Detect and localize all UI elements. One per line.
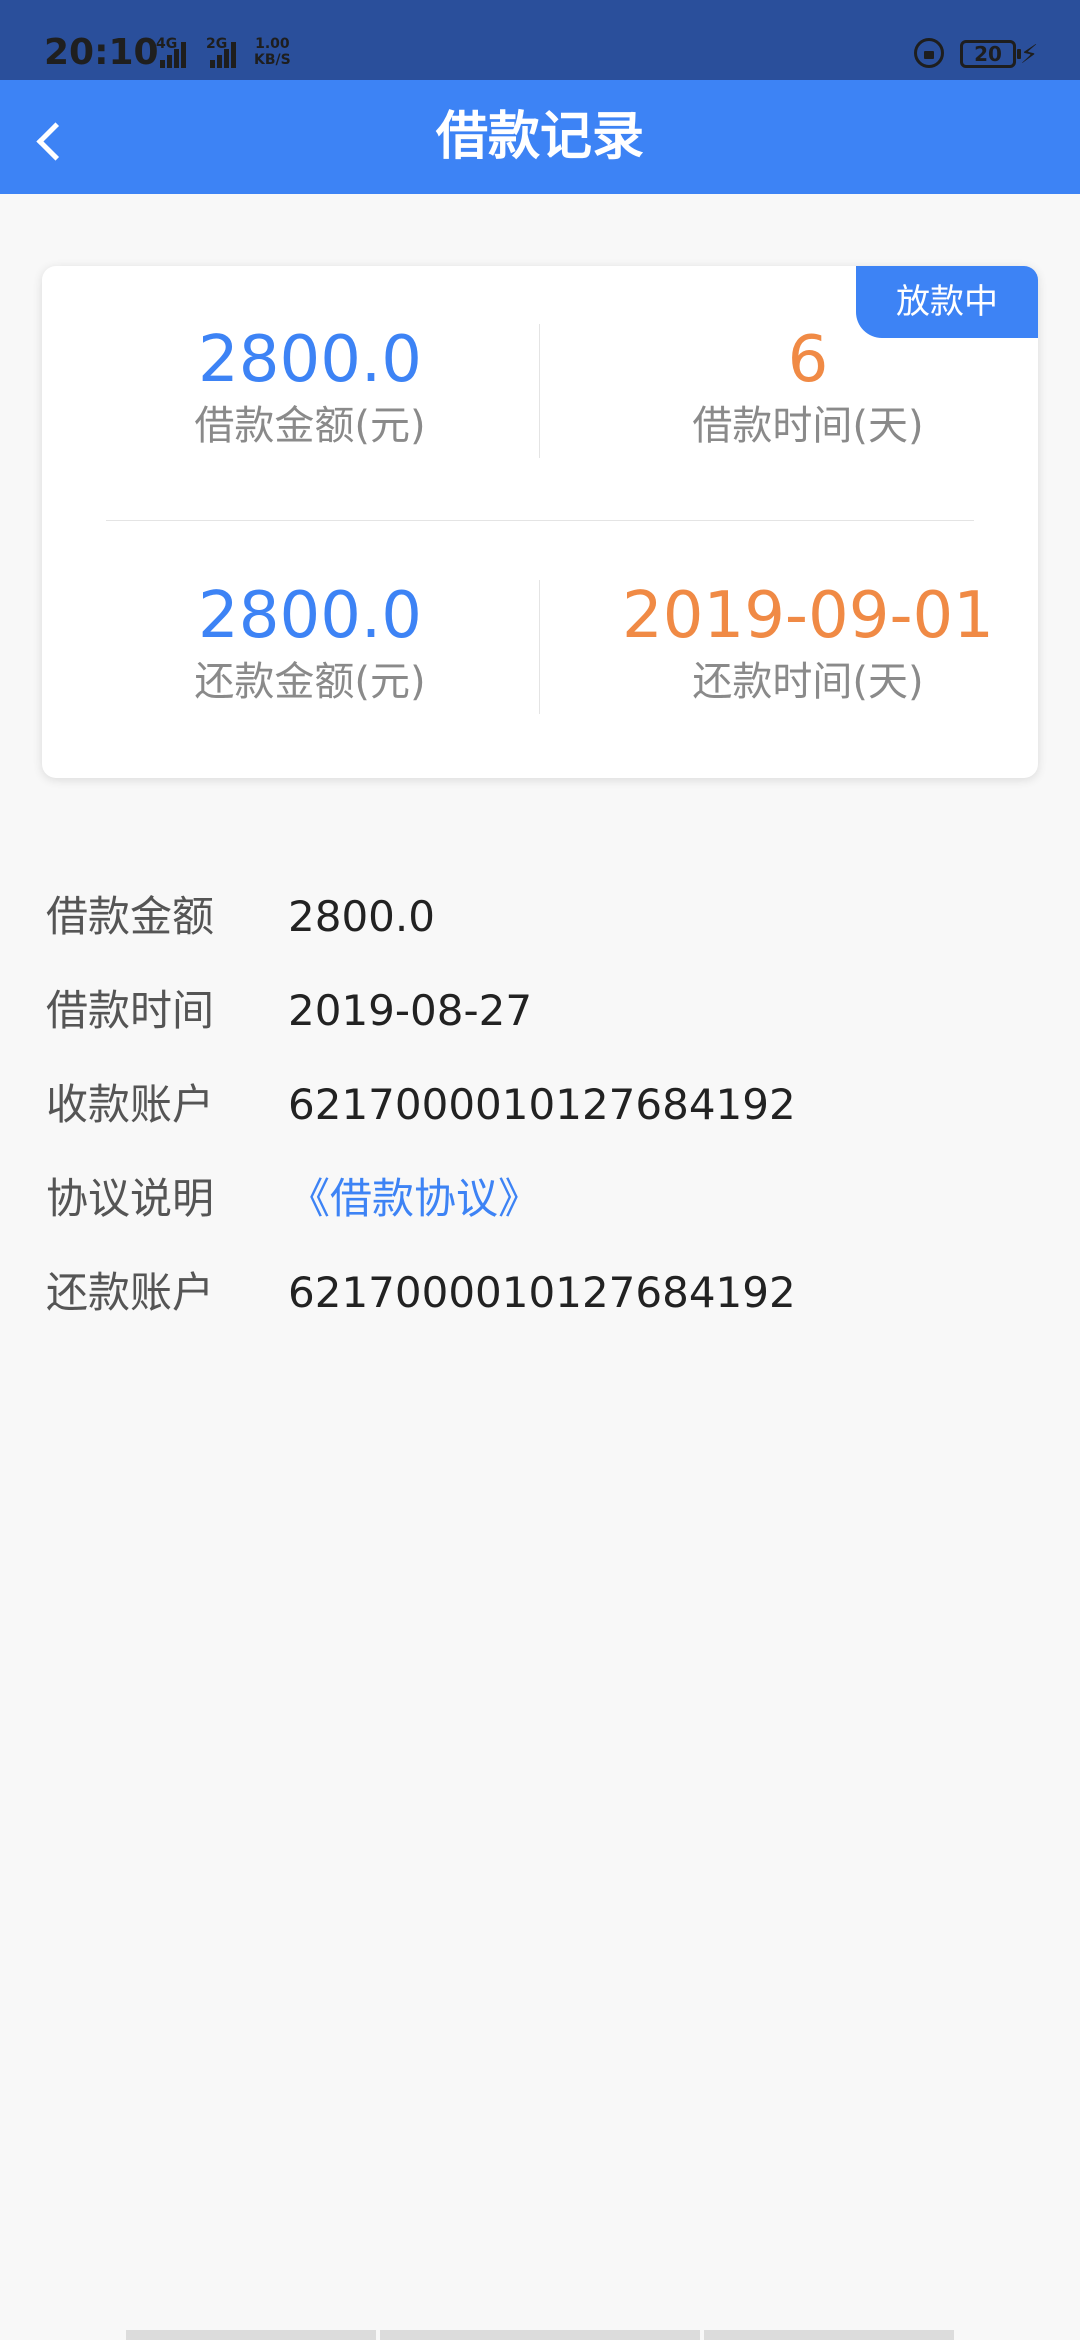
detail-row-loan-time: 借款时间 2019-08-27 bbox=[46, 964, 1046, 1058]
speed-value: 1.00 bbox=[255, 36, 290, 52]
detail-row-receive-account: 收款账户 6217000010127684192 bbox=[46, 1058, 1046, 1152]
nav-segment bbox=[126, 2330, 376, 2340]
repay-amount-label: 还款金额(元) bbox=[194, 659, 426, 705]
loan-amount-value: 2800.0 bbox=[198, 323, 422, 397]
detail-value: 6217000010127684192 bbox=[288, 1268, 796, 1317]
vertical-divider bbox=[539, 324, 540, 458]
network-speed: 1.00 KB/S bbox=[254, 36, 291, 68]
detail-row-loan-amount: 借款金额 2800.0 bbox=[46, 870, 1046, 964]
detail-label: 协议说明 bbox=[46, 1174, 215, 1223]
detail-value: 2800.0 bbox=[288, 892, 435, 941]
nav-segment bbox=[704, 2330, 954, 2340]
charging-icon: ⚡ bbox=[1020, 40, 1039, 70]
loan-days-label: 借款时间(天) bbox=[692, 403, 924, 449]
page-title: 借款记录 bbox=[435, 107, 644, 167]
repay-date-stat: 2019-09-01 还款时间(天) bbox=[588, 576, 1028, 708]
detail-row-agreement: 协议说明 《借款协议》 bbox=[46, 1152, 1046, 1246]
repay-date-label: 还款时间(天) bbox=[692, 659, 924, 705]
navigation-bar: 借款记录 bbox=[0, 80, 1080, 194]
loan-days-value: 6 bbox=[787, 323, 829, 397]
detail-label: 收款账户 bbox=[46, 1080, 215, 1129]
repay-amount-value: 2800.0 bbox=[198, 579, 422, 653]
detail-value: 2019-08-27 bbox=[288, 986, 533, 1035]
signal-strength-icon-2 bbox=[210, 42, 238, 68]
detail-label: 借款时间 bbox=[46, 986, 215, 1035]
speed-unit: KB/S bbox=[254, 52, 291, 68]
loan-amount-label: 借款金额(元) bbox=[194, 403, 426, 449]
loan-agreement-link[interactable]: 《借款协议》 bbox=[288, 1152, 540, 1246]
repay-amount-stat: 2800.0 还款金额(元) bbox=[90, 576, 530, 708]
status-bar: 20:10 4G 2G 1.00 KB/S 20 ⚡ bbox=[0, 0, 1080, 80]
status-time: 20:10 bbox=[44, 32, 159, 73]
detail-label: 还款账户 bbox=[46, 1268, 215, 1317]
detail-value: 6217000010127684192 bbox=[288, 1080, 796, 1129]
chevron-left-icon bbox=[36, 122, 75, 161]
signal-strength-icon bbox=[160, 42, 188, 68]
repay-date-value: 2019-09-01 bbox=[622, 579, 994, 653]
detail-label: 借款金额 bbox=[46, 892, 215, 941]
horizontal-divider bbox=[106, 520, 974, 521]
detail-row-repay-account: 还款账户 6217000010127684192 bbox=[46, 1246, 1046, 1340]
loan-details-list: 借款金额 2800.0 借款时间 2019-08-27 收款账户 6217000… bbox=[46, 870, 1046, 1340]
rotation-lock-icon bbox=[914, 38, 944, 68]
vertical-divider-2 bbox=[539, 580, 540, 714]
gesture-navigation-bar[interactable] bbox=[126, 2330, 954, 2340]
battery-icon: 20 bbox=[960, 40, 1021, 68]
loan-summary-card: 放款中 2800.0 借款金额(元) 6 借款时间(天) 2800.0 还款金额… bbox=[42, 266, 1038, 778]
loan-amount-stat: 2800.0 借款金额(元) bbox=[90, 320, 530, 452]
loan-days-stat: 6 借款时间(天) bbox=[588, 320, 1028, 452]
back-button[interactable] bbox=[20, 94, 110, 184]
nav-segment bbox=[380, 2330, 700, 2340]
